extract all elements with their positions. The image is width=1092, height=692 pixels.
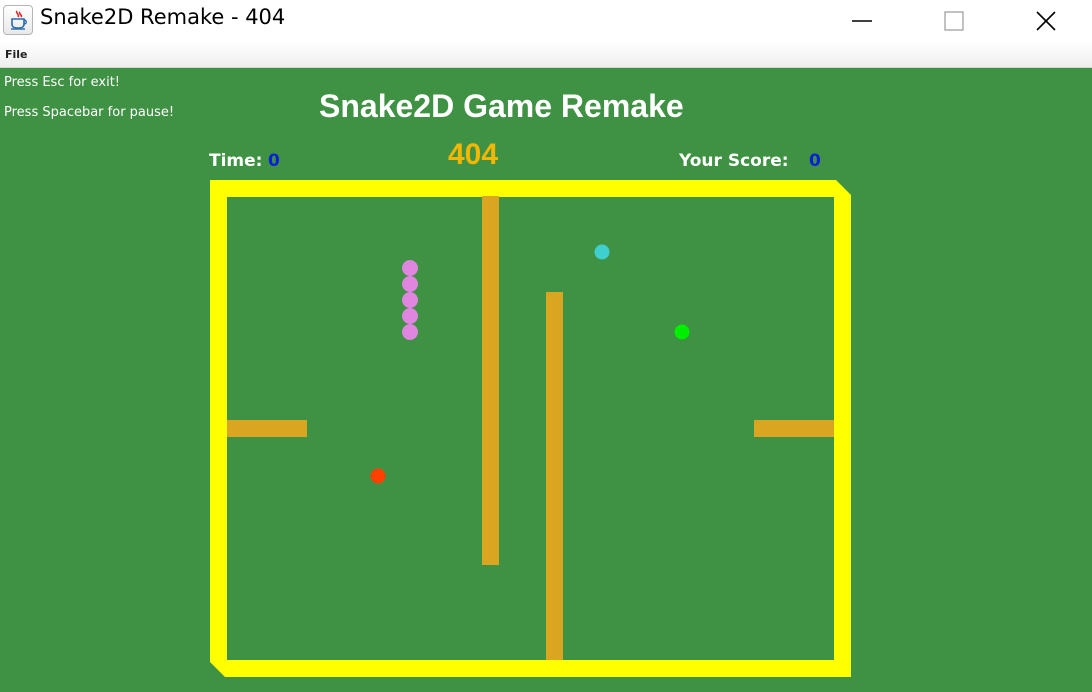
snake	[402, 260, 418, 340]
food-green	[674, 324, 690, 340]
game-board	[210, 180, 851, 677]
close-icon	[1036, 11, 1056, 31]
obstacle-wall-center-upper	[482, 196, 499, 565]
score-label: Your Score:	[679, 151, 789, 171]
maximize-button[interactable]	[908, 0, 1000, 42]
obstacle-wall-right	[754, 420, 834, 437]
file-menu[interactable]: File	[5, 48, 28, 61]
title-bar: Snake2D Remake - 404	[0, 0, 1092, 42]
obstacle-wall-left	[227, 420, 307, 437]
maximize-icon	[944, 11, 964, 31]
level-number: 404	[448, 138, 499, 171]
obstacle-wall-center-lower	[546, 292, 563, 660]
time-value: 0	[268, 151, 280, 171]
java-cup-icon	[3, 5, 33, 35]
close-button[interactable]	[1000, 0, 1092, 42]
snake-segment	[402, 260, 418, 276]
window-title: Snake2D Remake - 404	[40, 5, 286, 29]
pause-hint: Press Spacebar for pause!	[4, 105, 175, 120]
food-cyan	[594, 244, 610, 260]
menu-bar: File	[0, 42, 1092, 68]
snake-segment	[402, 308, 418, 324]
snake-segment	[402, 292, 418, 308]
snake-segment	[402, 324, 418, 340]
game-title: Snake2D Game Remake	[319, 88, 684, 124]
game-area[interactable]: Press Esc for exit! Press Spacebar for p…	[0, 68, 1092, 692]
exit-hint: Press Esc for exit!	[4, 75, 121, 90]
food-red	[370, 468, 386, 484]
score-value: 0	[809, 151, 821, 171]
minimize-icon	[852, 20, 872, 22]
snake-segment	[402, 276, 418, 292]
time-label: Time:	[209, 151, 263, 171]
minimize-button[interactable]	[816, 0, 908, 42]
